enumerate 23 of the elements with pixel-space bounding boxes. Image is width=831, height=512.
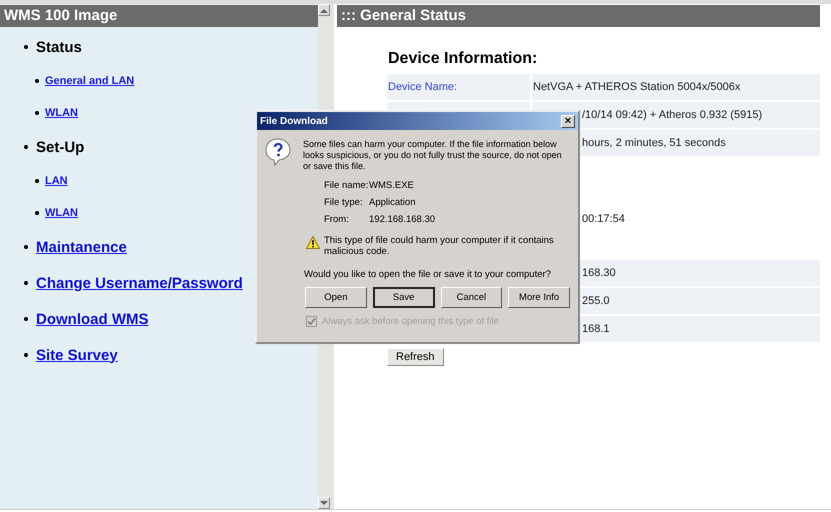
field-value: 168.30: [582, 267, 616, 279]
warning-text: This type of file could harm your computer if it contains malicious code.: [324, 235, 555, 257]
field-value: hours, 2 minutes, 51 seconds: [582, 137, 726, 149]
field-label: Device Name:: [388, 81, 458, 93]
field-value: NetVGA + ATHEROS Station 5004x/5006x: [533, 81, 740, 93]
sidebar-header: WMS 100 Image: [0, 5, 318, 27]
field-value: 168.1: [582, 323, 610, 335]
question-text: Would you like to open the file or save it to your computer?: [304, 269, 552, 280]
nav-heading: Set-Up: [36, 138, 84, 156]
field-label: From:: [324, 214, 350, 225]
field-value: /10/14 09:42) + Atheros 0.932 (5915): [582, 109, 762, 121]
page-header: ::: General Status: [337, 5, 820, 27]
field-label: File type:: [324, 197, 364, 208]
field-value: 192.168.168.30: [369, 214, 436, 225]
field-value: Application: [369, 197, 416, 208]
field-value: 255.0: [582, 295, 610, 307]
nav-heading: Status: [36, 38, 82, 56]
field-value: WMS.EXE: [369, 180, 415, 191]
field-label: File name:: [324, 180, 369, 191]
warning-message: Some files can harm your computer. If the file information below looks suspicious, or you do not fully trust the source, do not open or save this file.: [303, 138, 563, 172]
dialog-title: File Download: [260, 116, 328, 126]
section-heading: Device Information:: [388, 50, 538, 68]
field-value: 00:17:54: [582, 213, 625, 225]
